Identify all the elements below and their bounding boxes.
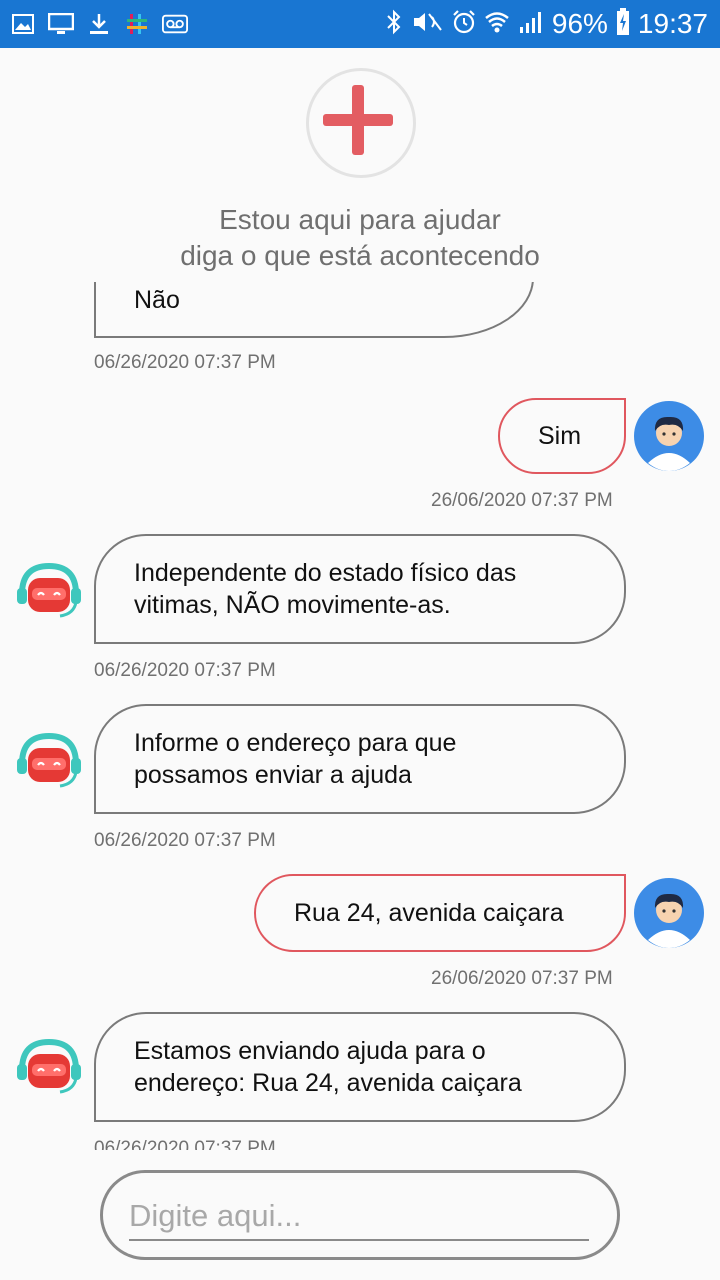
- bot-message: Informe o endereço para que possamos env…: [94, 704, 626, 814]
- intro-line-1: Estou aqui para ajudar: [219, 204, 501, 235]
- user-message: Sim: [498, 398, 626, 474]
- message-timestamp: 06/26/2020 07:37 PM: [94, 830, 276, 851]
- message-line: vitimas, NÃO movimente-as.: [134, 591, 451, 619]
- red-cross-icon: [323, 85, 393, 155]
- message-text: Não: [134, 286, 180, 314]
- signal-icon: [518, 10, 544, 39]
- monitor-icon: [48, 12, 74, 36]
- clock: 19:37: [637, 8, 708, 39]
- message-text: Sim: [538, 422, 582, 450]
- mute-icon: [410, 9, 444, 40]
- bot-message: Independente do estado físico das vitima…: [94, 534, 626, 644]
- voicemail-icon: [162, 12, 188, 36]
- message-composer: [100, 1170, 620, 1260]
- status-bar: 96% 19:37: [0, 0, 720, 48]
- intro-text: Estou aqui para ajudar diga o que está a…: [0, 202, 720, 274]
- battery-percent: 96%: [551, 8, 608, 39]
- bot-message: Estamos enviando ajuda para o endereço: …: [94, 1012, 626, 1122]
- chat-list[interactable]: Não 06/26/2020 07:37 PM Sim 26/06/2020 0…: [0, 282, 720, 1150]
- message-timestamp: 06/26/2020 07:37 PM: [94, 660, 276, 681]
- app-logo: [306, 68, 416, 178]
- bluetooth-icon: [386, 9, 402, 40]
- user-message: Rua 24, avenida caiçara: [254, 874, 626, 952]
- message-timestamp: 06/26/2020 07:37 PM: [94, 1138, 276, 1150]
- message-text: Estamos enviando ajuda para o endereço: …: [134, 1035, 522, 1099]
- message-line: Informe o endereço para que: [134, 729, 457, 757]
- image-icon: [10, 12, 36, 36]
- intro-line-2: diga o que está acontecendo: [180, 240, 540, 271]
- message-line: Estamos enviando ajuda para o: [134, 1037, 486, 1065]
- user-avatar: [634, 401, 704, 471]
- message-input[interactable]: [129, 1193, 589, 1241]
- download-icon: [86, 12, 112, 36]
- bot-avatar: [14, 1034, 84, 1104]
- message-line: possamos enviar a ajuda: [134, 761, 412, 789]
- message-text: Independente do estado físico das vitima…: [134, 557, 516, 621]
- bot-avatar: [14, 558, 84, 628]
- user-avatar: [634, 878, 704, 948]
- message-timestamp: 06/26/2020 07:37 PM: [94, 352, 276, 373]
- wifi-icon: [484, 10, 510, 39]
- alarm-icon: [452, 9, 476, 40]
- message-timestamp: 26/06/2020 07:37 PM: [431, 490, 613, 511]
- bot-message: Não: [94, 282, 534, 338]
- slack-icon: [124, 12, 150, 36]
- message-timestamp: 26/06/2020 07:37 PM: [431, 968, 613, 989]
- message-text: Rua 24, avenida caiçara: [294, 899, 564, 927]
- battery-charging-icon: [616, 7, 630, 41]
- message-line: Independente do estado físico das: [134, 559, 517, 587]
- bot-avatar: [14, 728, 84, 798]
- message-line: endereço: Rua 24, avenida caiçara: [134, 1069, 522, 1097]
- message-text: Informe o endereço para que possamos env…: [134, 727, 456, 791]
